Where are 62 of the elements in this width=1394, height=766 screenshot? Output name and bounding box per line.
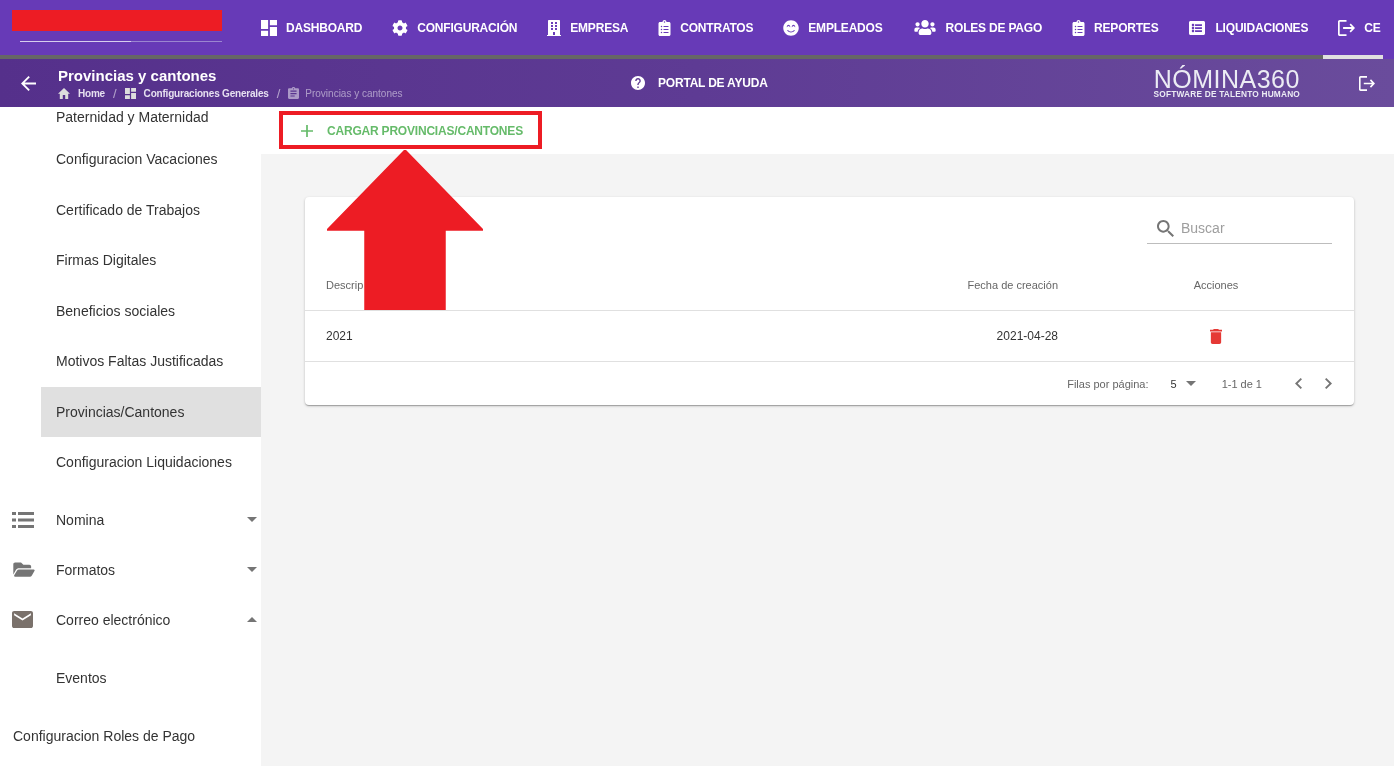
column-header: Descrip	[326, 278, 364, 291]
column-header: Acciones	[1193, 278, 1239, 291]
sidebar-group[interactable]: Nomina	[0, 494, 261, 545]
chevron-right-icon	[1325, 378, 1332, 389]
list-icon	[12, 511, 34, 528]
list-icon	[1188, 19, 1207, 36]
sidebar-item[interactable]: Beneficios sociales	[41, 285, 261, 336]
settings-icon	[392, 19, 409, 36]
chevron-left-icon	[1295, 378, 1302, 389]
back-arrow-icon	[21, 75, 36, 91]
rows-per-page-select[interactable]: 5	[1170, 377, 1196, 390]
help-link[interactable]: PORTAL DE AYUDA	[631, 76, 768, 90]
building-icon	[547, 18, 562, 37]
sidebar-group[interactable]: Formatos	[0, 544, 261, 595]
page-range: 1-1 de 1	[1221, 377, 1262, 390]
trash-icon	[1210, 328, 1222, 344]
sidebar-item[interactable]: Motivos Faltas Justificadas	[41, 336, 261, 387]
dashboard-icon	[261, 19, 277, 36]
smiley-icon	[783, 19, 800, 36]
sidebar-item[interactable]: Configuracion Roles de Pago	[0, 711, 261, 761]
sidebar-item[interactable]: Firmas Digitales	[41, 235, 261, 286]
previous-page-button[interactable]	[1295, 378, 1302, 389]
brand-tagline: SOFTWARE DE TALENTO HUMANO	[1153, 89, 1300, 99]
sidebar-group-label: Correo electrónico	[56, 611, 172, 628]
table-cell-text: 2021-04-28	[996, 329, 1059, 343]
search-icon	[1157, 219, 1174, 237]
breadcrumb-link[interactable]: Configuraciones Generales	[124, 86, 269, 100]
sidebar-group-label: Formatos	[56, 561, 117, 578]
search-field[interactable]: Buscar	[1181, 216, 1332, 240]
logout-icon	[1338, 19, 1356, 36]
next-page-button[interactable]	[1325, 378, 1332, 389]
page-title: Provincias y cantones	[58, 66, 217, 85]
sidebar-item[interactable]: Certificado de Trabajos	[41, 184, 261, 235]
rows-per-page-label: Filas por página:	[1067, 377, 1149, 390]
breadcrumb-separator: /	[113, 86, 117, 100]
sidebar-group[interactable]: Correo electrónico	[0, 594, 261, 645]
brand-name: NÓMINA360	[1153, 67, 1300, 90]
clipboard-icon	[1072, 19, 1086, 36]
plus-icon	[301, 124, 313, 137]
dashboard-icon	[124, 87, 136, 99]
sidebar-group-label: Nomina	[56, 511, 106, 528]
sidebar-item[interactable]: Configuracion Liquidaciones	[41, 437, 261, 488]
clipboard-icon	[658, 19, 672, 36]
mail-icon	[12, 611, 33, 628]
column-header: Fecha de creación	[967, 278, 1059, 291]
people-icon	[912, 19, 937, 36]
breadcrumb-separator: /	[276, 86, 281, 100]
sidebar-item[interactable]: Eventos	[41, 652, 261, 703]
folder-icon	[12, 560, 36, 579]
sidebar-item[interactable]: Configuracion Vacaciones	[41, 134, 261, 185]
clipboard-icon	[288, 87, 300, 99]
breadcrumb-link[interactable]: Home	[58, 86, 105, 100]
sidebar-item[interactable]: Provincias/Cantones	[41, 386, 261, 437]
logout-icon	[1359, 75, 1375, 91]
table-cell: 2021	[326, 329, 353, 343]
help-icon	[631, 76, 645, 90]
home-icon	[58, 87, 70, 99]
sidebar-item[interactable]: Paternidad y Maternidad	[41, 107, 261, 134]
delete-button[interactable]	[1210, 328, 1222, 344]
breadcrumb-current: Provincias y cantones	[305, 86, 403, 100]
logout-button[interactable]	[1357, 73, 1377, 93]
caret-icon	[1185, 381, 1196, 386]
